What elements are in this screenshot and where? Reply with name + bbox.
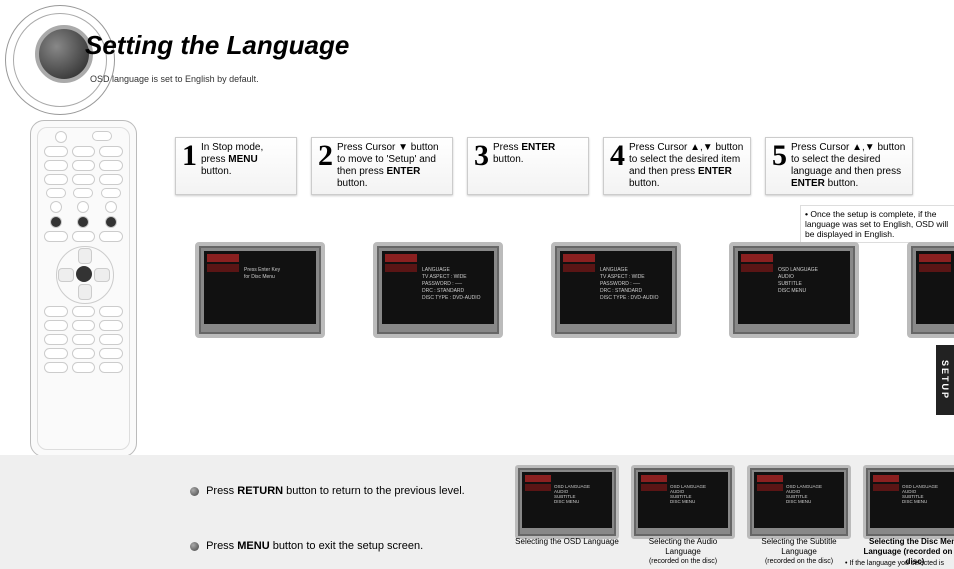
return-hint: Press RETURN button to return to the pre… [190, 485, 465, 497]
tv-screen-2: LANGUAGE TV ASPECT : WIDE PASSWORD : ── … [373, 242, 503, 338]
tv-menu: LANGUAGE TV ASPECT : WIDE PASSWORD : ── … [422, 266, 490, 302]
setup-tab: SETUP [936, 345, 954, 415]
tv-small-3: OSD LANGUAGEAUDIOSUBTITLEDISC MENU [747, 465, 851, 539]
step-number: 2 [318, 142, 333, 170]
caption-2: Selecting the Audio Language (recorded o… [631, 537, 735, 567]
tv-screen-4: OSD LANGUAGE AUDIO SUBTITLE DISC MENU [729, 242, 859, 338]
step-2: 2 Press Cursor ▼ button to move to 'Setu… [311, 137, 453, 195]
caption-3: Selecting the Subtitle Language (recorde… [747, 537, 851, 567]
step-text: Press Cursor ▲,▼ button to select the de… [791, 142, 906, 190]
step5-note-text: Once the setup is complete, if the langu… [805, 209, 948, 239]
step-4: 4 Press Cursor ▲,▼ button to select the … [603, 137, 751, 195]
lower-section: Press RETURN button to return to the pre… [0, 455, 954, 569]
bullet-icon [190, 487, 199, 496]
tv-menu: LANGUAGE TV ASPECT : WIDE PASSWORD : ── … [600, 266, 668, 302]
tv-menu: Press Enter Key for Disc Menu [244, 266, 312, 281]
return-hint-text: Press RETURN button to return to the pre… [206, 485, 465, 497]
step-text: Press ENTER button. [493, 142, 582, 166]
step-text: Press Cursor ▲,▼ button to select the de… [629, 142, 744, 190]
caption-1: Selecting the OSD Language [515, 537, 619, 567]
tv-menu: OSD LANGUAGE AUDIO SUBTITLE DISC MENU [778, 266, 846, 295]
bullet-icon [190, 542, 199, 551]
tv-small-1: OSD LANGUAGEAUDIOSUBTITLEDISC MENU [515, 465, 619, 539]
step-number: 4 [610, 142, 625, 170]
tv-small-4: OSD LANGUAGEAUDIOSUBTITLEDISC MENU [863, 465, 954, 539]
page-title: Setting the Language [85, 30, 349, 61]
step-number: 5 [772, 142, 787, 170]
tv-screen-5: OSD LANGUAGE ENGLISH DEUTSCH FRANÇAIS IT… [907, 242, 954, 338]
tv-screen-3: LANGUAGE TV ASPECT : WIDE PASSWORD : ── … [551, 242, 681, 338]
step-3: 3 Press ENTER button. [467, 137, 589, 195]
remote-illustration [30, 120, 137, 457]
step-1: 1 In Stop mode, press MENU button. [175, 137, 297, 195]
page-subtitle: OSD language is set to English by defaul… [90, 74, 259, 84]
menu-hint: Press MENU button to exit the setup scre… [190, 540, 423, 552]
lower-tv-row: OSD LANGUAGEAUDIOSUBTITLEDISC MENU OSD L… [515, 465, 954, 539]
step-text: Press Cursor ▼ button to move to 'Setup'… [337, 142, 446, 190]
step-5: 5 Press Cursor ▲,▼ button to select the … [765, 137, 913, 195]
step-number: 3 [474, 142, 489, 170]
step-number: 1 [182, 142, 197, 170]
tv-screen-1: Press Enter Key for Disc Menu [195, 242, 325, 338]
lower-note: • If the language you selected is [845, 560, 944, 567]
tv-screenshots: Press Enter Key for Disc Menu LANGUAGE T… [195, 242, 954, 338]
step5-note: • Once the setup is complete, if the lan… [800, 205, 954, 243]
steps-row: 1 In Stop mode, press MENU button. 2 Pre… [175, 137, 913, 195]
menu-hint-text: Press MENU button to exit the setup scre… [206, 540, 423, 552]
step-text: In Stop mode, press MENU button. [201, 142, 290, 178]
tv-small-2: OSD LANGUAGEAUDIOSUBTITLEDISC MENU [631, 465, 735, 539]
